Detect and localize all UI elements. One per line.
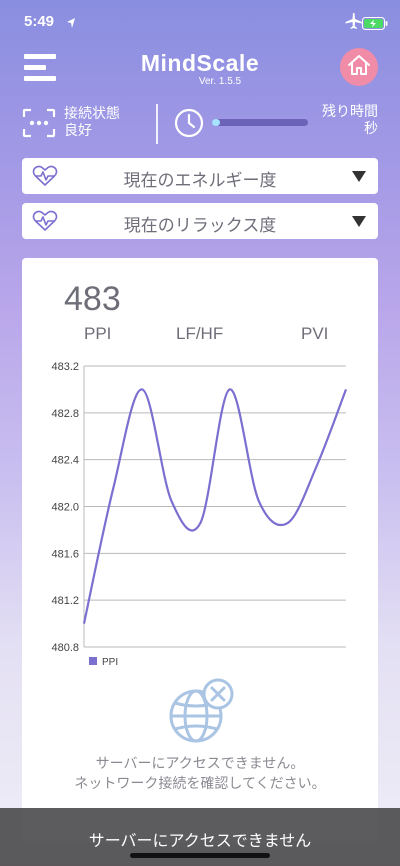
remaining-time: 残り時間 秒 [322, 104, 378, 138]
server-error-message: サーバーにアクセスできません。 ネットワーク接続を確認してください。 [22, 754, 378, 794]
energy-dropdown[interactable]: 現在のエネルギー度 [22, 158, 378, 194]
metrics-card: 483 PPI LF/HF PVI 483.2 482.8 482.4 482.0 48… [22, 258, 378, 843]
chevron-down-icon [352, 216, 366, 227]
metric-tabs: PPI LF/HF PVI [22, 324, 378, 348]
chart-y-tick-label: 481.6 [51, 548, 79, 560]
info-bar: 接続状態 良好 残り時間 秒 [0, 100, 400, 148]
chart-y-tick-label: 480.8 [51, 642, 79, 654]
chart-y-tick-label: 482.4 [51, 455, 79, 467]
location-icon [66, 14, 76, 33]
home-indicator[interactable] [130, 853, 270, 858]
globe-offline-icon [168, 678, 234, 750]
status-time: 5:49 [24, 13, 55, 30]
chart-y-tick-label: 483.2 [51, 361, 79, 373]
remaining-time-label: 残り時間 [322, 104, 378, 120]
battery-icon [362, 15, 388, 34]
server-error-line2: ネットワーク接続を確認してください。 [74, 776, 326, 792]
home-icon [347, 54, 371, 80]
server-error-line1: サーバーにアクセスできません。 [95, 756, 305, 772]
connection-label: 接続状態 [64, 106, 120, 122]
relax-dropdown-label: 現在のリラックス度 [123, 216, 277, 236]
airplane-icon [344, 13, 362, 33]
tab-pvi[interactable]: PVI [301, 324, 328, 344]
chart-legend-swatch [89, 657, 97, 665]
heart-pulse-icon [32, 210, 58, 236]
home-button[interactable] [340, 48, 378, 86]
status-bar: 5:49 [0, 0, 400, 44]
connection-icon [22, 108, 56, 142]
chart-y-tick-label: 482.8 [51, 408, 79, 420]
toast-message: サーバーにアクセスできません [88, 831, 312, 850]
connection-value: 良好 [64, 123, 92, 139]
heart-pulse-icon [32, 165, 58, 191]
remaining-time-unit: 秒 [364, 121, 378, 137]
tab-ppi[interactable]: PPI [84, 324, 111, 344]
tab-lf-hf[interactable]: LF/HF [176, 324, 223, 344]
clock-icon [174, 108, 204, 142]
metric-value: 483 [64, 280, 121, 318]
energy-dropdown-label: 現在のエネルギー度 [123, 171, 277, 191]
connection-status: 接続状態 良好 [64, 106, 120, 140]
app-header: MindScale Ver. 1.5.5 [0, 44, 400, 100]
chevron-down-icon [352, 171, 366, 182]
time-progress-fill [212, 119, 220, 126]
time-progress-bar [212, 119, 308, 126]
chart-y-tick-label: 481.2 [51, 595, 79, 607]
chart-legend-label: PPI [102, 657, 118, 668]
info-divider [156, 104, 158, 144]
chart-y-tick-label: 482.0 [51, 502, 79, 514]
ppi-line-chart: 483.2 482.8 482.4 482.0 481.6 481.2 480.8 PPI [51, 361, 348, 668]
relax-dropdown[interactable]: 現在のリラックス度 [22, 203, 378, 239]
app-version: Ver. 1.5.5 [198, 76, 242, 87]
